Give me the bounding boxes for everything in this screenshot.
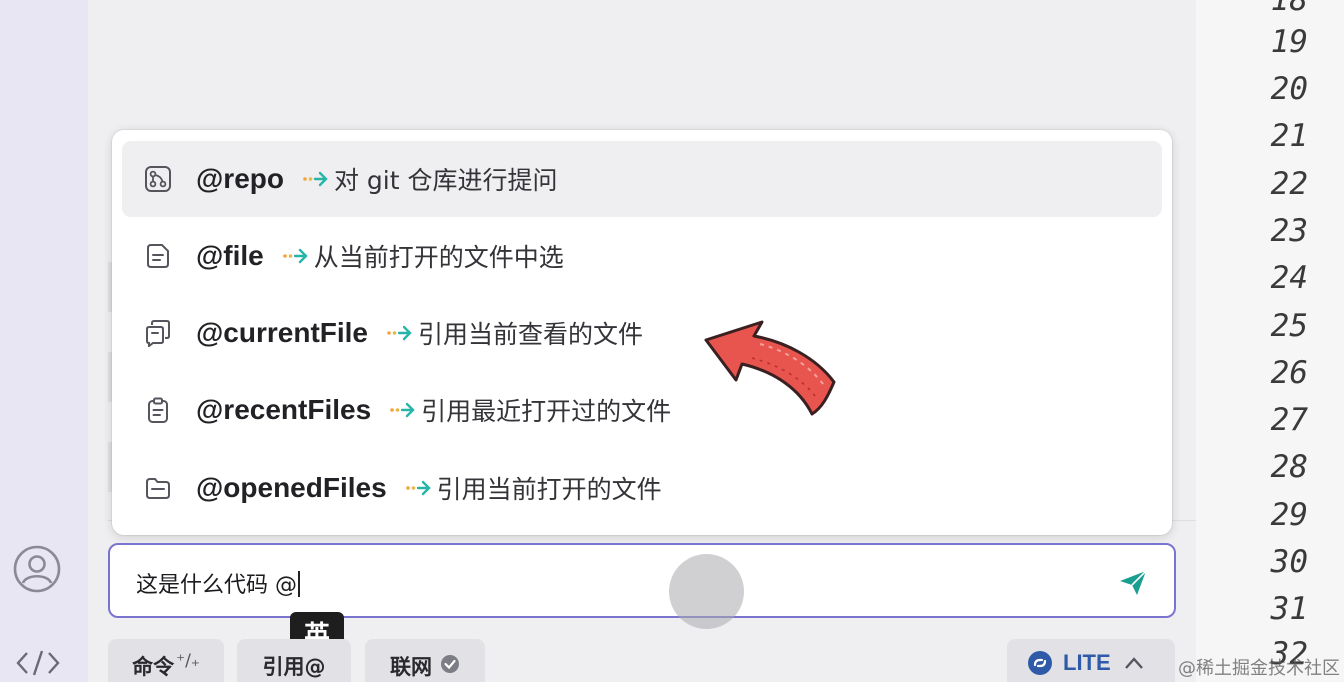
mention-option-name: @file	[196, 240, 264, 271]
web-search-button[interactable]: 联网	[365, 639, 485, 682]
chat-input[interactable]: 这是什么代码 @	[108, 543, 1176, 618]
mention-option-description: 引用当前打开的文件	[436, 475, 662, 504]
chevron-up-icon	[1124, 657, 1143, 669]
mention-option-current-file[interactable]: @currentFile 引用当前查看的文件	[122, 295, 1162, 371]
file-icon	[147, 244, 169, 268]
line-number: 19	[1270, 24, 1308, 60]
mention-option-name: @repo	[196, 163, 284, 194]
mention-option-file[interactable]: @file 从当前打开的文件中选	[122, 218, 1162, 294]
opened-files-icon	[146, 478, 170, 499]
send-icon[interactable]	[1118, 569, 1148, 597]
annotation-arrow-icon	[704, 320, 836, 416]
mention-option-repo[interactable]: @repo 对 git 仓库进行提问	[122, 141, 1162, 217]
mention-option-description: 引用最近打开过的文件	[421, 397, 672, 426]
reference-button-label: 引用@	[262, 655, 326, 679]
line-number: 26	[1270, 355, 1308, 391]
editor-line-gutter: 18 19 20 21 22 23 24 25 26 27 28 29 30 3…	[1196, 0, 1344, 682]
line-number: 29	[1270, 497, 1308, 533]
model-selector-label: LITE	[1063, 650, 1111, 675]
chat-input-value: 这是什么代码 @	[136, 573, 297, 598]
watermark: @稀土掘金技术社区	[1178, 658, 1340, 679]
line-number: 18	[1270, 0, 1308, 18]
mention-option-description: 引用当前查看的文件	[418, 320, 644, 349]
mention-option-recent-files[interactable]: @recentFiles 引用最近打开过的文件	[122, 372, 1162, 448]
line-number: 23	[1270, 213, 1308, 249]
chat-input-text: 这是什么代码 @	[136, 567, 300, 599]
flow-arrow-icon	[282, 248, 308, 264]
line-number: 31	[1270, 591, 1308, 627]
flow-arrow-icon	[387, 325, 412, 341]
touch-indicator	[669, 554, 744, 629]
flow-arrow-icon	[405, 480, 431, 496]
mention-option-description: 从当前打开的文件中选	[313, 243, 564, 272]
command-button[interactable]: 命令 ⁺/₊	[108, 639, 224, 682]
mention-option-name: @currentFile	[196, 317, 369, 348]
command-button-label: 命令	[132, 655, 175, 679]
activity-bar	[0, 0, 88, 682]
line-number: 24	[1270, 260, 1308, 296]
mention-option-opened-files[interactable]: @openedFiles 引用当前打开的文件	[122, 450, 1162, 526]
line-number: 21	[1270, 118, 1308, 154]
text-caret	[298, 571, 300, 597]
web-search-button-label: 联网	[390, 655, 432, 679]
line-number: 27	[1270, 402, 1308, 438]
mention-option-description: 对 git 仓库进行提问	[333, 166, 558, 195]
check-circle-icon	[441, 655, 459, 673]
code-icon[interactable]	[15, 648, 61, 678]
reference-button[interactable]: 引用@	[237, 639, 351, 682]
flow-arrow-icon	[390, 402, 415, 418]
recent-files-icon	[148, 397, 168, 423]
mention-option-name: @recentFiles	[196, 394, 372, 425]
command-shortcut-hint: ⁺/₊	[176, 651, 200, 671]
line-number: 22	[1270, 166, 1308, 202]
line-number: 28	[1270, 449, 1308, 485]
flow-arrow-icon	[303, 171, 328, 187]
user-avatar-icon[interactable]	[13, 545, 61, 593]
repo-icon	[145, 166, 171, 192]
mention-menu: @repo 对 git 仓库进行提问 @file 从当前打开的文件中选 @cur…	[112, 130, 1172, 535]
current-file-icon	[146, 320, 170, 347]
line-number: 30	[1270, 544, 1308, 580]
line-number: 20	[1270, 71, 1308, 107]
line-number: 25	[1270, 308, 1308, 344]
model-selector[interactable]: LITE	[1007, 639, 1175, 682]
mention-option-name: @openedFiles	[196, 472, 387, 503]
model-logo-icon	[1028, 651, 1052, 675]
